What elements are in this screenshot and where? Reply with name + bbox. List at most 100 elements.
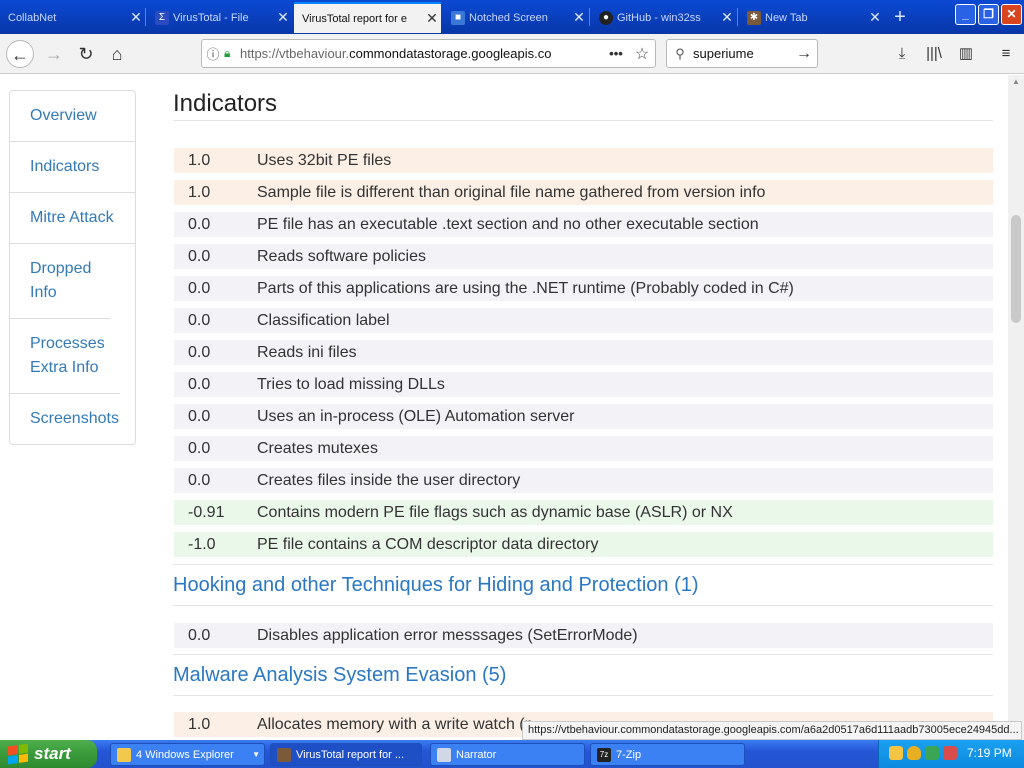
indicator-score: 1.0 bbox=[188, 151, 211, 169]
tab-virustotal-report[interactable]: VirusTotal report for e ✕ bbox=[294, 2, 441, 33]
restore-icon[interactable]: ❐ bbox=[978, 4, 999, 25]
info-icon[interactable]: ⓘ bbox=[202, 44, 224, 63]
window-close-icon[interactable]: ✕ bbox=[1001, 4, 1022, 25]
minimize-icon[interactable]: _ bbox=[955, 4, 976, 25]
scroll-up-icon[interactable]: ▲ bbox=[1012, 77, 1020, 86]
indicator-text: Disables application error messsages (Se… bbox=[257, 626, 638, 644]
close-icon[interactable]: ✕ bbox=[718, 9, 736, 26]
start-button[interactable]: start bbox=[0, 740, 97, 768]
sidebar-toggle-icon[interactable]: ▥ bbox=[955, 44, 977, 64]
page-actions-icon[interactable]: ••• bbox=[603, 46, 629, 61]
close-icon[interactable]: ✕ bbox=[570, 9, 588, 26]
network-icon[interactable] bbox=[889, 746, 903, 760]
tab-new-tab[interactable]: ✱ New Tab ✕ bbox=[739, 2, 884, 33]
taskbar-item-label: 7-Zip bbox=[616, 748, 642, 761]
indicator-score: 0.0 bbox=[188, 343, 211, 361]
taskbar-item-firefox[interactable]: VirusTotal report for ... bbox=[270, 743, 422, 766]
security-icon[interactable] bbox=[925, 746, 939, 760]
indicator-score: 0.0 bbox=[188, 471, 211, 489]
taskbar-item-label: VirusTotal report for ... bbox=[296, 748, 405, 761]
forward-arrow-icon[interactable]: → bbox=[40, 40, 68, 68]
taskbar-item-label: 4 Windows Explorer bbox=[136, 748, 234, 761]
indicator-row: 0.0 Classification label bbox=[174, 308, 993, 333]
tab-github[interactable]: ● GitHub - win32ss ✕ bbox=[591, 2, 736, 33]
sidebar-item-dropped-info[interactable]: Dropped Info bbox=[10, 244, 110, 319]
vertical-scrollbar[interactable]: ▲ bbox=[1008, 75, 1024, 740]
start-label: start bbox=[34, 744, 71, 763]
close-icon[interactable]: ✕ bbox=[274, 9, 292, 26]
indicator-row: 0.0 Disables application error messsages… bbox=[174, 623, 993, 648]
back-arrow-icon[interactable]: ← bbox=[6, 40, 34, 68]
taskbar-item-7zip[interactable]: 7z 7-Zip bbox=[590, 743, 745, 766]
sidebar-item-processes-extra-info[interactable]: Processes Extra Info bbox=[10, 319, 120, 394]
alert-shield-icon[interactable] bbox=[943, 746, 957, 760]
indicator-text: Reads ini files bbox=[257, 343, 357, 361]
taskbar-item-narrator[interactable]: Narrator bbox=[430, 743, 585, 766]
indicator-score: 0.0 bbox=[188, 279, 211, 297]
nav-bar: ← → ↻ ⌂ ⓘ 🔒︎ https://vtbehaviour.commond… bbox=[0, 34, 1024, 74]
shield-icon[interactable] bbox=[907, 746, 921, 760]
indicator-text: Tries to load missing DLLs bbox=[257, 375, 445, 393]
taskbar-item-windows-explorer[interactable]: 4 Windows Explorer ▼ bbox=[110, 743, 265, 766]
download-icon[interactable]: ⤓ bbox=[891, 44, 913, 64]
page-title: Indicators bbox=[173, 90, 278, 117]
search-bar[interactable]: ⚲ superiume → bbox=[666, 39, 818, 68]
tab-notched-screen[interactable]: ■ Notched Screen ✕ bbox=[443, 2, 588, 33]
new-tab-plus-icon[interactable]: + bbox=[888, 4, 912, 30]
search-input[interactable]: superiume bbox=[693, 46, 791, 61]
system-tray: 7:19 PM bbox=[878, 740, 1024, 768]
reload-icon[interactable]: ↻ bbox=[72, 40, 100, 68]
clock[interactable]: 7:19 PM bbox=[967, 746, 1012, 760]
indicator-score: 1.0 bbox=[188, 715, 211, 733]
menu-icon[interactable]: ≡ bbox=[995, 44, 1017, 64]
indicator-row: 0.0 Reads software policies bbox=[174, 244, 993, 269]
tab-divider bbox=[145, 8, 146, 26]
7zip-icon: 7z bbox=[597, 747, 611, 762]
github-icon: ● bbox=[599, 10, 613, 25]
section-title-evasion[interactable]: Malware Analysis System Evasion (5) bbox=[173, 664, 506, 687]
windows-icon: ■ bbox=[451, 10, 465, 25]
section-title-hooking[interactable]: Hooking and other Techniques for Hiding … bbox=[173, 574, 699, 597]
indicator-score: -1.0 bbox=[188, 535, 216, 553]
tab-collabnet[interactable]: CollabNet ✕ bbox=[0, 2, 145, 33]
close-icon[interactable]: ✕ bbox=[423, 10, 441, 27]
indicator-text: Allocates memory with a write watch (p bbox=[257, 715, 534, 733]
tab-divider bbox=[737, 8, 738, 26]
indicator-text: PE file has an executable .text section … bbox=[257, 215, 759, 233]
bookmark-star-icon[interactable]: ☆ bbox=[629, 44, 655, 64]
sidebar-item-screenshots[interactable]: Screenshots bbox=[10, 394, 135, 444]
indicator-row: 1.0 Sample file is different than origina… bbox=[174, 180, 993, 205]
indicator-row: 0.0 Tries to load missing DLLs bbox=[174, 372, 993, 397]
library-icon[interactable]: |||\ bbox=[923, 44, 945, 64]
tab-label: CollabNet bbox=[8, 11, 57, 24]
indicator-text: Uses an in-process (OLE) Automation serv… bbox=[257, 407, 575, 425]
indicator-row: 0.0 Uses an in-process (OLE) Automation s… bbox=[174, 404, 993, 429]
url-text[interactable]: https://vtbehaviour.commondatastorage.go… bbox=[240, 46, 603, 61]
tab-label: New Tab bbox=[765, 11, 808, 24]
search-icon: ⚲ bbox=[675, 45, 685, 61]
sidebar-item-overview[interactable]: Overview bbox=[10, 91, 135, 142]
page-content: Overview Indicators Mitre Attack Dropped… bbox=[0, 75, 1008, 740]
taskbar: start 4 Windows Explorer ▼ VirusTotal re… bbox=[0, 740, 1024, 768]
close-icon[interactable]: ✕ bbox=[866, 9, 884, 26]
tab-label: VirusTotal report for e bbox=[302, 12, 407, 25]
search-go-arrow-icon[interactable]: → bbox=[791, 45, 817, 63]
indicator-score: 0.0 bbox=[188, 626, 211, 644]
sidebar-item-mitre-attack[interactable]: Mitre Attack bbox=[10, 193, 135, 244]
virustotal-icon: Σ bbox=[155, 10, 169, 25]
url-prefix: https://vtbehaviour. bbox=[240, 46, 350, 61]
tab-virustotal-file[interactable]: Σ VirusTotal - File ✕ bbox=[147, 2, 292, 33]
home-icon[interactable]: ⌂ bbox=[103, 40, 131, 68]
sidebar-item-indicators[interactable]: Indicators bbox=[10, 142, 135, 193]
scrollbar-thumb[interactable] bbox=[1011, 215, 1021, 323]
indicator-row: 0.0 PE file has an executable .text secti… bbox=[174, 212, 993, 237]
close-icon[interactable]: ✕ bbox=[127, 9, 145, 26]
taskbar-item-label: Narrator bbox=[456, 748, 497, 761]
tab-strip: CollabNet ✕ Σ VirusTotal - File ✕ VirusT… bbox=[0, 0, 1024, 34]
tab-label: Notched Screen bbox=[469, 11, 548, 24]
url-bar[interactable]: ⓘ 🔒︎ https://vtbehaviour.commondatastora… bbox=[201, 39, 656, 68]
indicator-score: 1.0 bbox=[188, 183, 211, 201]
indicator-text: Uses 32bit PE files bbox=[257, 151, 392, 169]
indicator-text: Creates mutexes bbox=[257, 439, 378, 457]
indicator-text: Reads software policies bbox=[257, 247, 426, 265]
